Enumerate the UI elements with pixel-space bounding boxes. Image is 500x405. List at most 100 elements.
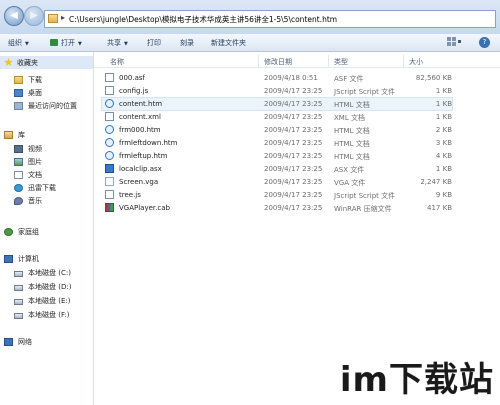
open-with-icon <box>50 39 58 46</box>
breadcrumb-chevron-icon: ▸ <box>61 13 66 22</box>
forward-button[interactable]: ▶ <box>24 6 44 26</box>
file-size: 1 KB <box>435 100 452 108</box>
nav-item-pictures[interactable]: 图片 <box>14 157 92 168</box>
nav-item-disk-c[interactable]: 本地磁盘 (C:) <box>14 268 92 279</box>
nav-item-thunder-downloads[interactable]: 迅雷下载 <box>14 183 92 194</box>
file-date: 2009/4/17 23:25 <box>264 178 323 186</box>
column-header-name[interactable]: 名称 <box>110 57 124 67</box>
column-divider[interactable] <box>403 55 404 67</box>
nav-item-recent-places[interactable]: 最近访问的位置 <box>14 101 92 112</box>
file-size: 9 KB <box>435 191 452 199</box>
new-folder-label: 新建文件夹 <box>211 39 246 47</box>
disk-icon <box>14 313 23 319</box>
nav-item-disk-e[interactable]: 本地磁盘 (E:) <box>14 296 92 307</box>
file-row-selected[interactable]: content.htm 2009/4/17 23:25 HTML 文档 1 KB <box>101 97 453 111</box>
file-row[interactable]: Screen.vga 2009/4/17 23:25 VGA 文件 2,247 … <box>102 176 452 188</box>
nav-computer[interactable]: 计算机 <box>4 254 92 265</box>
back-button[interactable]: ◀ <box>4 6 24 26</box>
nav-libraries[interactable]: 库 <box>4 130 92 141</box>
column-header-date[interactable]: 修改日期 <box>264 57 292 67</box>
file-size: 1 KB <box>435 165 452 173</box>
column-header-size[interactable]: 大小 <box>409 57 423 67</box>
nav-item-disk-d[interactable]: 本地磁盘 (D:) <box>14 282 92 293</box>
nav-item-label: 视频 <box>28 145 42 153</box>
file-row[interactable]: 000.asf 2009/4/18 0:51 ASF 文件 82,560 KB <box>102 72 452 84</box>
file-row[interactable]: config.js 2009/4/17 23:25 JScript Script… <box>102 85 452 97</box>
nav-favorites[interactable]: 收藏夹 <box>0 56 93 69</box>
nav-item-downloads[interactable]: 下载 <box>14 75 92 86</box>
pictures-icon <box>14 158 23 166</box>
column-divider[interactable] <box>328 55 329 67</box>
file-size: 1 KB <box>435 87 452 95</box>
file-type: ASF 文件 <box>334 75 364 83</box>
address-input[interactable]: ▸ C:\Users\jungle\Desktop\模拟电子技术华成英主讲56讲… <box>44 10 496 28</box>
print-button[interactable]: 打印 <box>147 38 161 48</box>
nav-item-music[interactable]: 音乐 <box>14 196 92 207</box>
column-header-type[interactable]: 类型 <box>334 57 348 67</box>
file-row[interactable]: frm000.htm 2009/4/17 23:25 HTML 文档 2 KB <box>102 124 452 136</box>
nav-item-label: 最近访问的位置 <box>28 102 77 110</box>
nav-network-label: 网络 <box>18 338 32 346</box>
file-name: localclip.asx <box>119 165 162 173</box>
file-size: 3 KB <box>435 139 452 147</box>
nav-favorites-label: 收藏夹 <box>17 59 38 67</box>
column-divider[interactable] <box>258 55 259 67</box>
html-file-icon <box>105 99 114 108</box>
nav-homegroup[interactable]: 家庭组 <box>4 227 92 238</box>
computer-icon <box>4 255 13 263</box>
nav-item-label: 本地磁盘 (F:) <box>28 311 70 319</box>
file-name: tree.js <box>119 191 141 199</box>
help-icon[interactable]: ? <box>479 37 490 48</box>
share-button[interactable]: 共享 ▼ <box>107 38 128 48</box>
nav-item-label: 迅雷下载 <box>28 184 56 192</box>
file-row[interactable]: content.xml 2009/4/17 23:25 XML 文档 1 KB <box>102 111 452 123</box>
file-type: HTML 文档 <box>334 140 370 148</box>
dropdown-arrow-icon: ▼ <box>124 41 128 47</box>
file-name: content.htm <box>119 100 163 108</box>
nav-item-label: 本地磁盘 (D:) <box>28 283 72 291</box>
site-watermark: im下载站 <box>339 360 494 400</box>
nav-item-desktop[interactable]: 桌面 <box>14 88 92 99</box>
file-date: 2009/4/17 23:25 <box>264 113 323 121</box>
file-type: HTML 文档 <box>334 101 370 109</box>
video-icon <box>14 145 23 153</box>
nav-item-videos[interactable]: 视频 <box>14 144 92 155</box>
file-size: 1 KB <box>435 113 452 121</box>
file-name: Screen.vga <box>119 178 159 186</box>
file-date: 2009/4/17 23:25 <box>264 191 323 199</box>
nav-item-documents[interactable]: 文档 <box>14 170 92 181</box>
file-type: ASX 文件 <box>334 166 365 174</box>
file-row[interactable]: frmleftdown.htm 2009/4/17 23:25 HTML 文档 … <box>102 137 452 149</box>
burn-label: 刻录 <box>180 39 194 47</box>
new-folder-button[interactable]: 新建文件夹 <box>211 38 246 48</box>
file-row[interactable]: VGAPlayer.cab 2009/4/17 23:25 WinRAR 压缩文… <box>102 202 452 214</box>
file-type: JScript Script 文件 <box>334 192 396 200</box>
change-view-icon[interactable] <box>447 37 461 47</box>
nav-item-disk-f[interactable]: 本地磁盘 (F:) <box>14 310 92 321</box>
file-name: frmleftup.htm <box>119 152 168 160</box>
nav-item-label: 文档 <box>28 171 42 179</box>
file-name: content.xml <box>119 113 161 121</box>
nav-libraries-label: 库 <box>18 131 25 139</box>
nav-homegroup-label: 家庭组 <box>18 228 39 236</box>
back-arrow-icon: ◀ <box>10 10 18 21</box>
nav-network[interactable]: 网络 <box>4 337 92 348</box>
address-path-text[interactable]: C:\Users\jungle\Desktop\模拟电子技术华成英主讲56讲全1… <box>69 14 337 25</box>
file-row[interactable]: localclip.asx 2009/4/17 23:25 ASX 文件 1 K… <box>102 163 452 175</box>
open-button[interactable]: 打开 ▼ <box>50 38 82 48</box>
file-row[interactable]: tree.js 2009/4/17 23:25 JScript Script 文… <box>102 189 452 201</box>
file-row[interactable]: frmleftup.htm 2009/4/17 23:25 HTML 文档 4 … <box>102 150 452 162</box>
dropdown-arrow-icon: ▼ <box>25 41 29 47</box>
file-name: 000.asf <box>119 74 145 82</box>
file-name: config.js <box>119 87 149 95</box>
file-type: WinRAR 压缩文件 <box>334 205 392 213</box>
share-label: 共享 <box>107 39 121 47</box>
nav-item-label: 下载 <box>28 76 42 84</box>
organize-button[interactable]: 组织 ▼ <box>8 38 29 48</box>
file-size: 2 KB <box>435 126 452 134</box>
network-icon <box>4 338 13 346</box>
file-name: frm000.htm <box>119 126 161 134</box>
print-label: 打印 <box>147 39 161 47</box>
html-file-icon <box>105 151 114 160</box>
burn-button[interactable]: 刻录 <box>180 38 194 48</box>
